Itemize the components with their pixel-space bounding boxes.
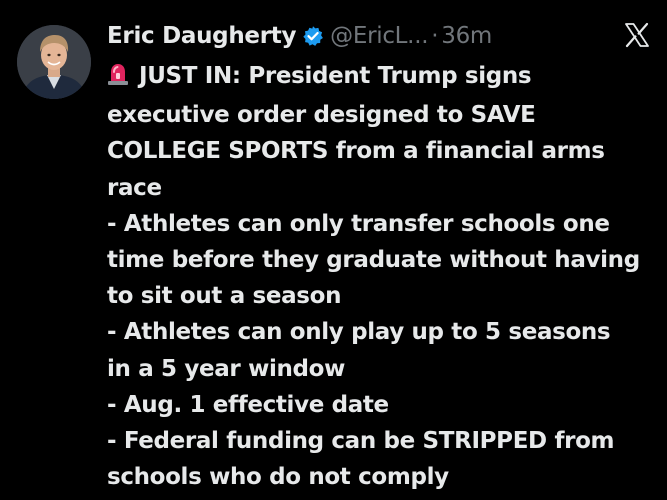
verified-badge-icon bbox=[302, 25, 324, 47]
tweet-line-11: - Federal funding can be STRIPPED from bbox=[107, 428, 615, 455]
tweet-line-12: schools who do not comply bbox=[107, 464, 449, 491]
author-handle[interactable]: @EricL... bbox=[330, 23, 428, 49]
avatar[interactable] bbox=[17, 25, 91, 99]
tweet-line-2: executive order designed to SAVE bbox=[107, 102, 536, 129]
tweet-line-3: COLLEGE SPORTS from a financial arms bbox=[107, 138, 605, 165]
tweet-header: Eric Daugherty @EricL... · 36m bbox=[107, 18, 492, 54]
tweet-line-7: to sit out a season bbox=[107, 283, 342, 310]
tweet-line-8: - Athletes can only play up to 5 seasons bbox=[107, 319, 611, 346]
tweet-line-4: race bbox=[107, 174, 162, 201]
tweet-line-5: - Athletes can only transfer schools one bbox=[107, 210, 610, 237]
tweet-card[interactable]: Eric Daugherty @EricL... · 36m JUST IN: … bbox=[0, 0, 667, 500]
siren-emoji-icon bbox=[107, 61, 129, 97]
separator-dot: · bbox=[431, 23, 439, 49]
x-logo-icon[interactable] bbox=[624, 22, 650, 48]
tweet-text: JUST IN: President Trump signs executive… bbox=[107, 58, 659, 495]
timestamp[interactable]: 36m bbox=[441, 23, 492, 49]
tweet-line-1: JUST IN: President Trump signs bbox=[107, 58, 659, 97]
tweet-line-10: - Aug. 1 effective date bbox=[107, 391, 389, 418]
tweet-line-1-text: JUST IN: President Trump signs bbox=[139, 63, 532, 89]
tweet-line-6: time before they graduate without having bbox=[107, 247, 640, 274]
tweet-line-9: in a 5 year window bbox=[107, 355, 345, 382]
author-name[interactable]: Eric Daugherty bbox=[107, 23, 296, 49]
avatar-photo-icon bbox=[17, 25, 91, 99]
